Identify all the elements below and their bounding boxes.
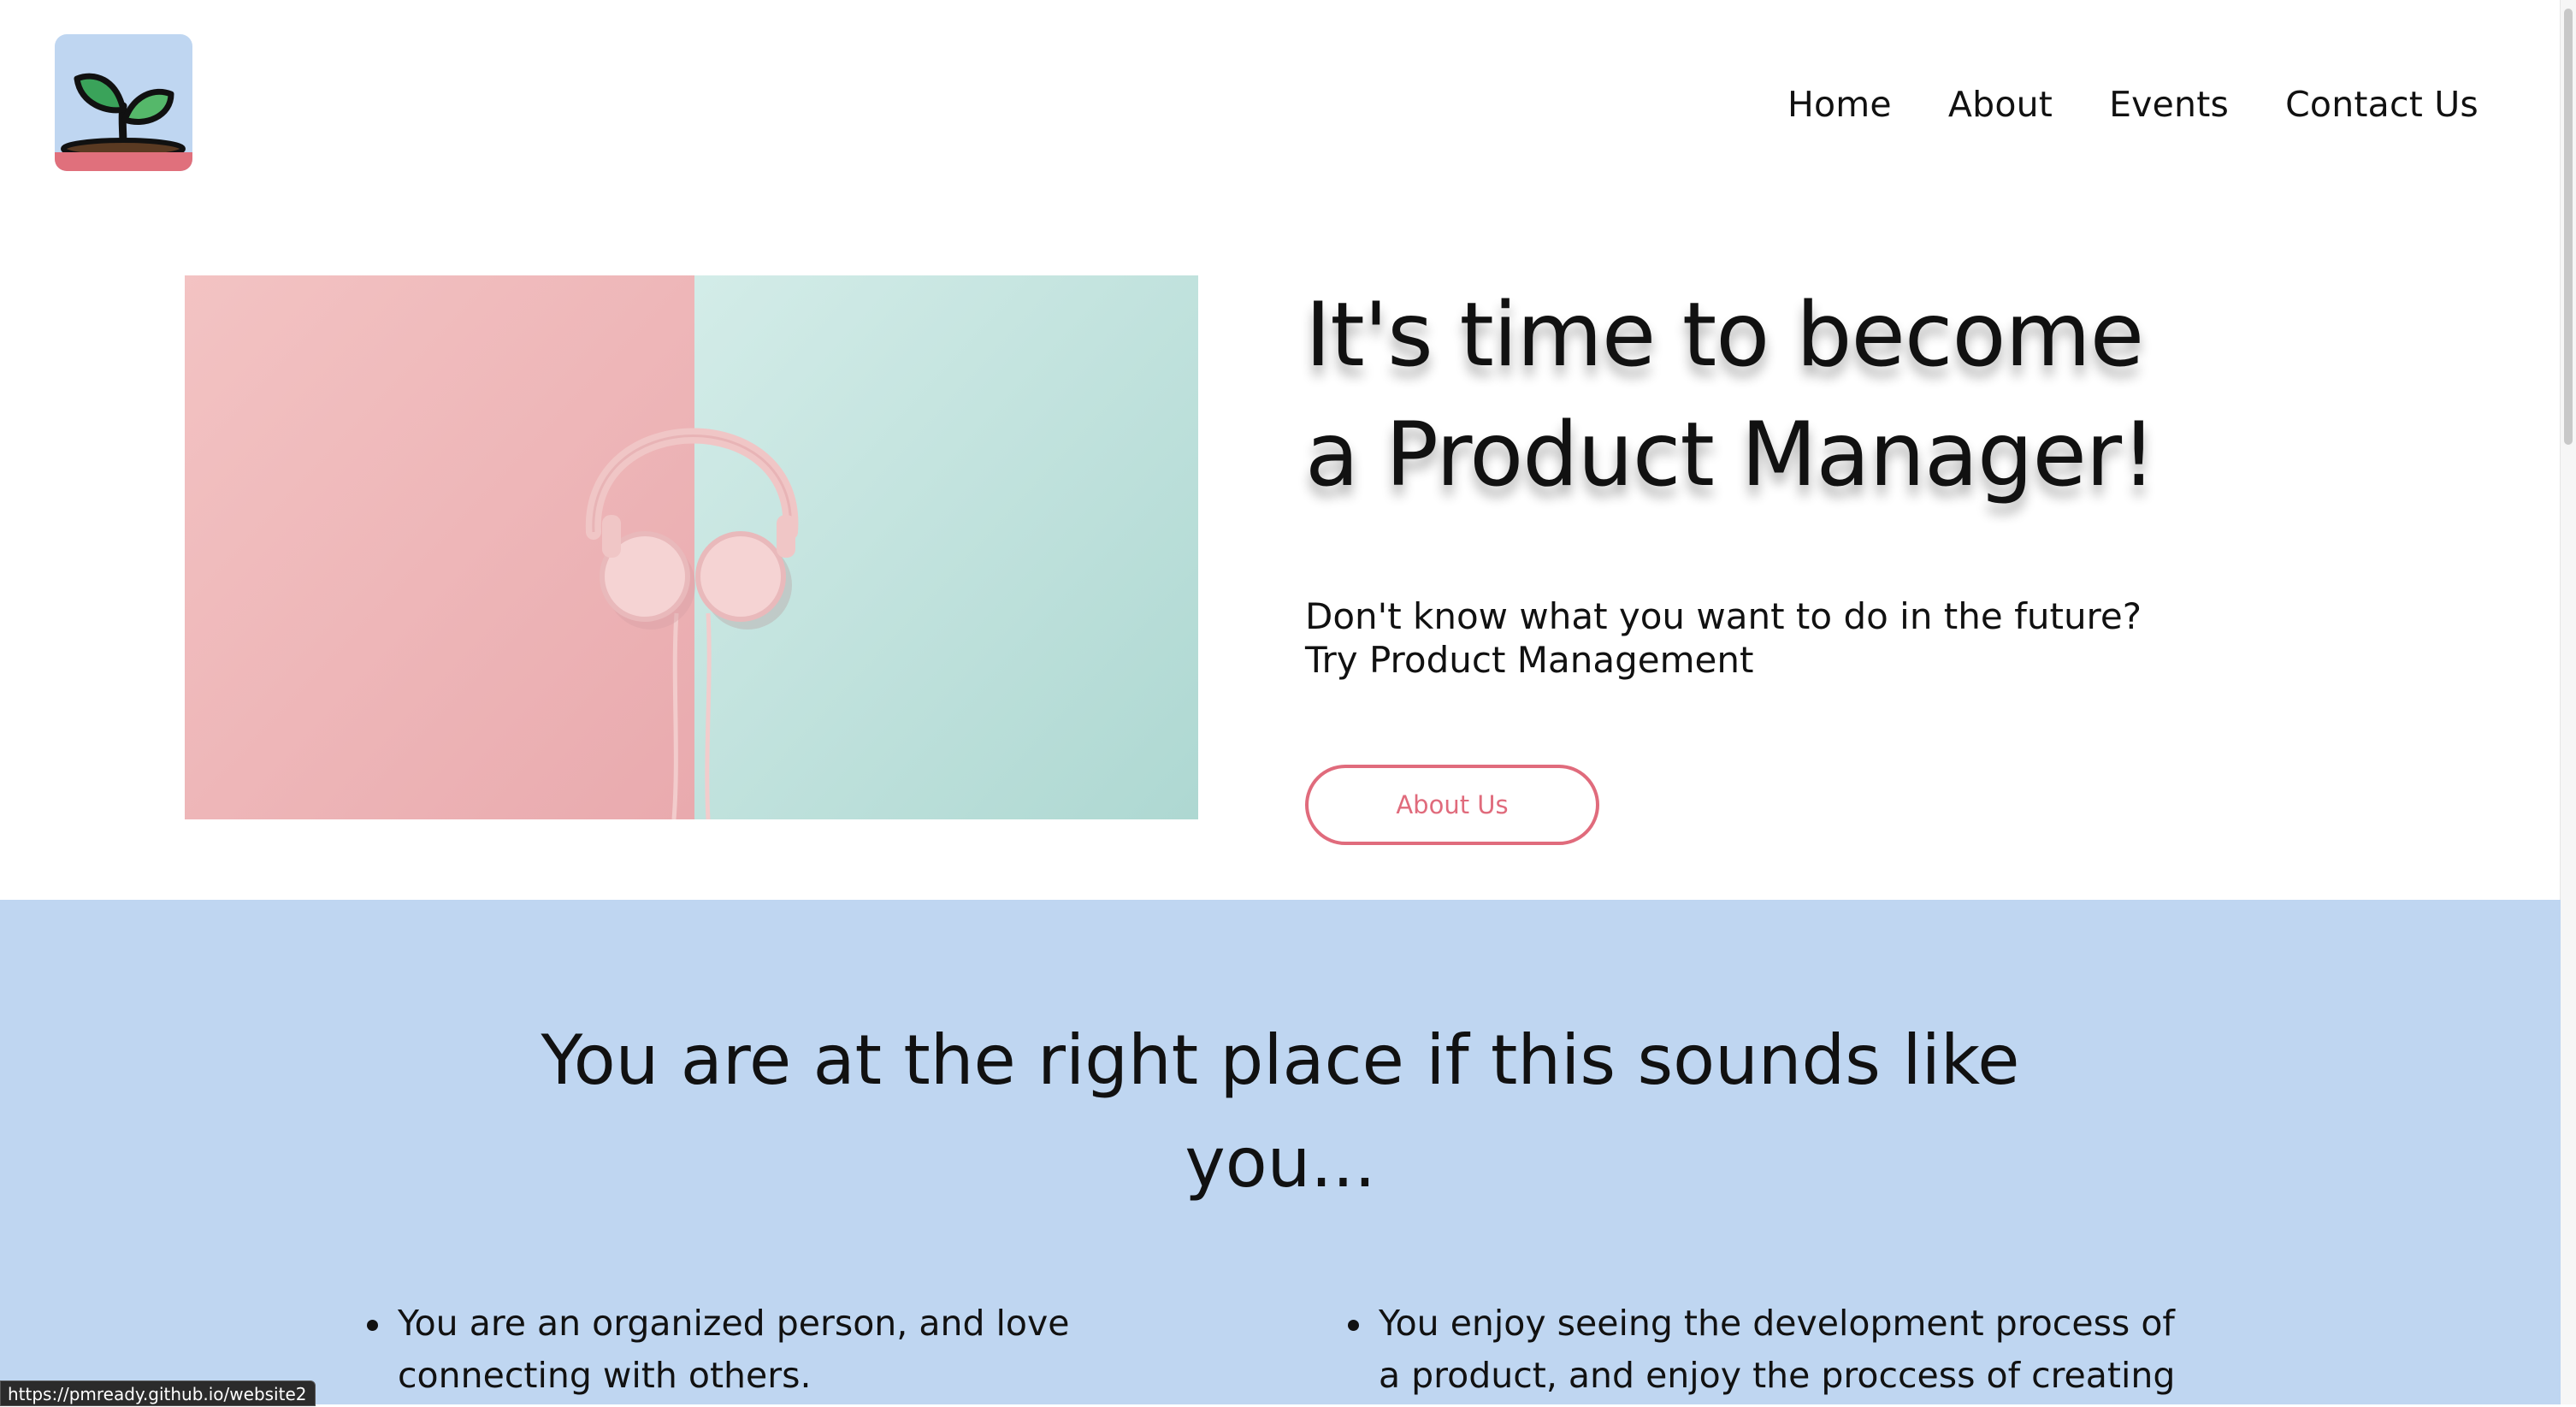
audience-list-right: You enjoy seeing the development process… <box>1344 1298 2200 1402</box>
sprout-plant-icon <box>61 73 186 160</box>
list-item-line-2: a product, and enjoy the proccess of cre… <box>1379 1355 2176 1396</box>
audience-list-left: You are an organized person, and love co… <box>363 1298 1099 1402</box>
nav-about[interactable]: About <box>1948 84 2053 125</box>
logo-base-bar <box>55 152 192 171</box>
hero-title: It's time to become a Product Manager! <box>1305 275 2289 515</box>
list-item: You enjoy seeing the development process… <box>1344 1298 2200 1402</box>
hero-title-line-2: a Product Manager! <box>1305 404 2156 506</box>
list-item-line-1: You are an organized person, and love <box>398 1303 1070 1344</box>
scrollbar-thumb[interactable] <box>2564 9 2573 445</box>
hero-subtitle: Don't know what you want to do in the fu… <box>1305 594 2289 682</box>
hero-headphones-image <box>185 275 1198 819</box>
main-nav: Home About Events Contact Us <box>1787 84 2479 125</box>
site-logo[interactable] <box>55 34 192 171</box>
nav-events[interactable]: Events <box>2109 84 2229 125</box>
audience-title: You are at the right place if this sound… <box>425 1009 2136 1215</box>
hero-title-line-1: It's time to become <box>1305 284 2144 387</box>
audience-title-line-2: you... <box>1185 1123 1376 1203</box>
status-bar-url: https://pmready.github.io/website2 <box>0 1380 316 1406</box>
hero-subtitle-line-1: Don't know what you want to do in the fu… <box>1305 595 2142 637</box>
audience-title-line-1: You are at the right place if this sound… <box>541 1020 2020 1100</box>
list-item-line-2: connecting with others. <box>398 1355 812 1396</box>
list-item-line-1: You enjoy seeing the development process… <box>1379 1303 2175 1344</box>
headphones-image <box>185 275 1198 819</box>
about-us-button[interactable]: About Us <box>1305 765 1599 845</box>
page-scrollbar[interactable] <box>2560 0 2576 1404</box>
list-item: You are an organized person, and love co… <box>363 1298 1099 1402</box>
nav-contact-us[interactable]: Contact Us <box>2285 84 2479 125</box>
nav-home[interactable]: Home <box>1787 84 1892 125</box>
hero-subtitle-line-2: Try Product Management <box>1305 639 1754 681</box>
